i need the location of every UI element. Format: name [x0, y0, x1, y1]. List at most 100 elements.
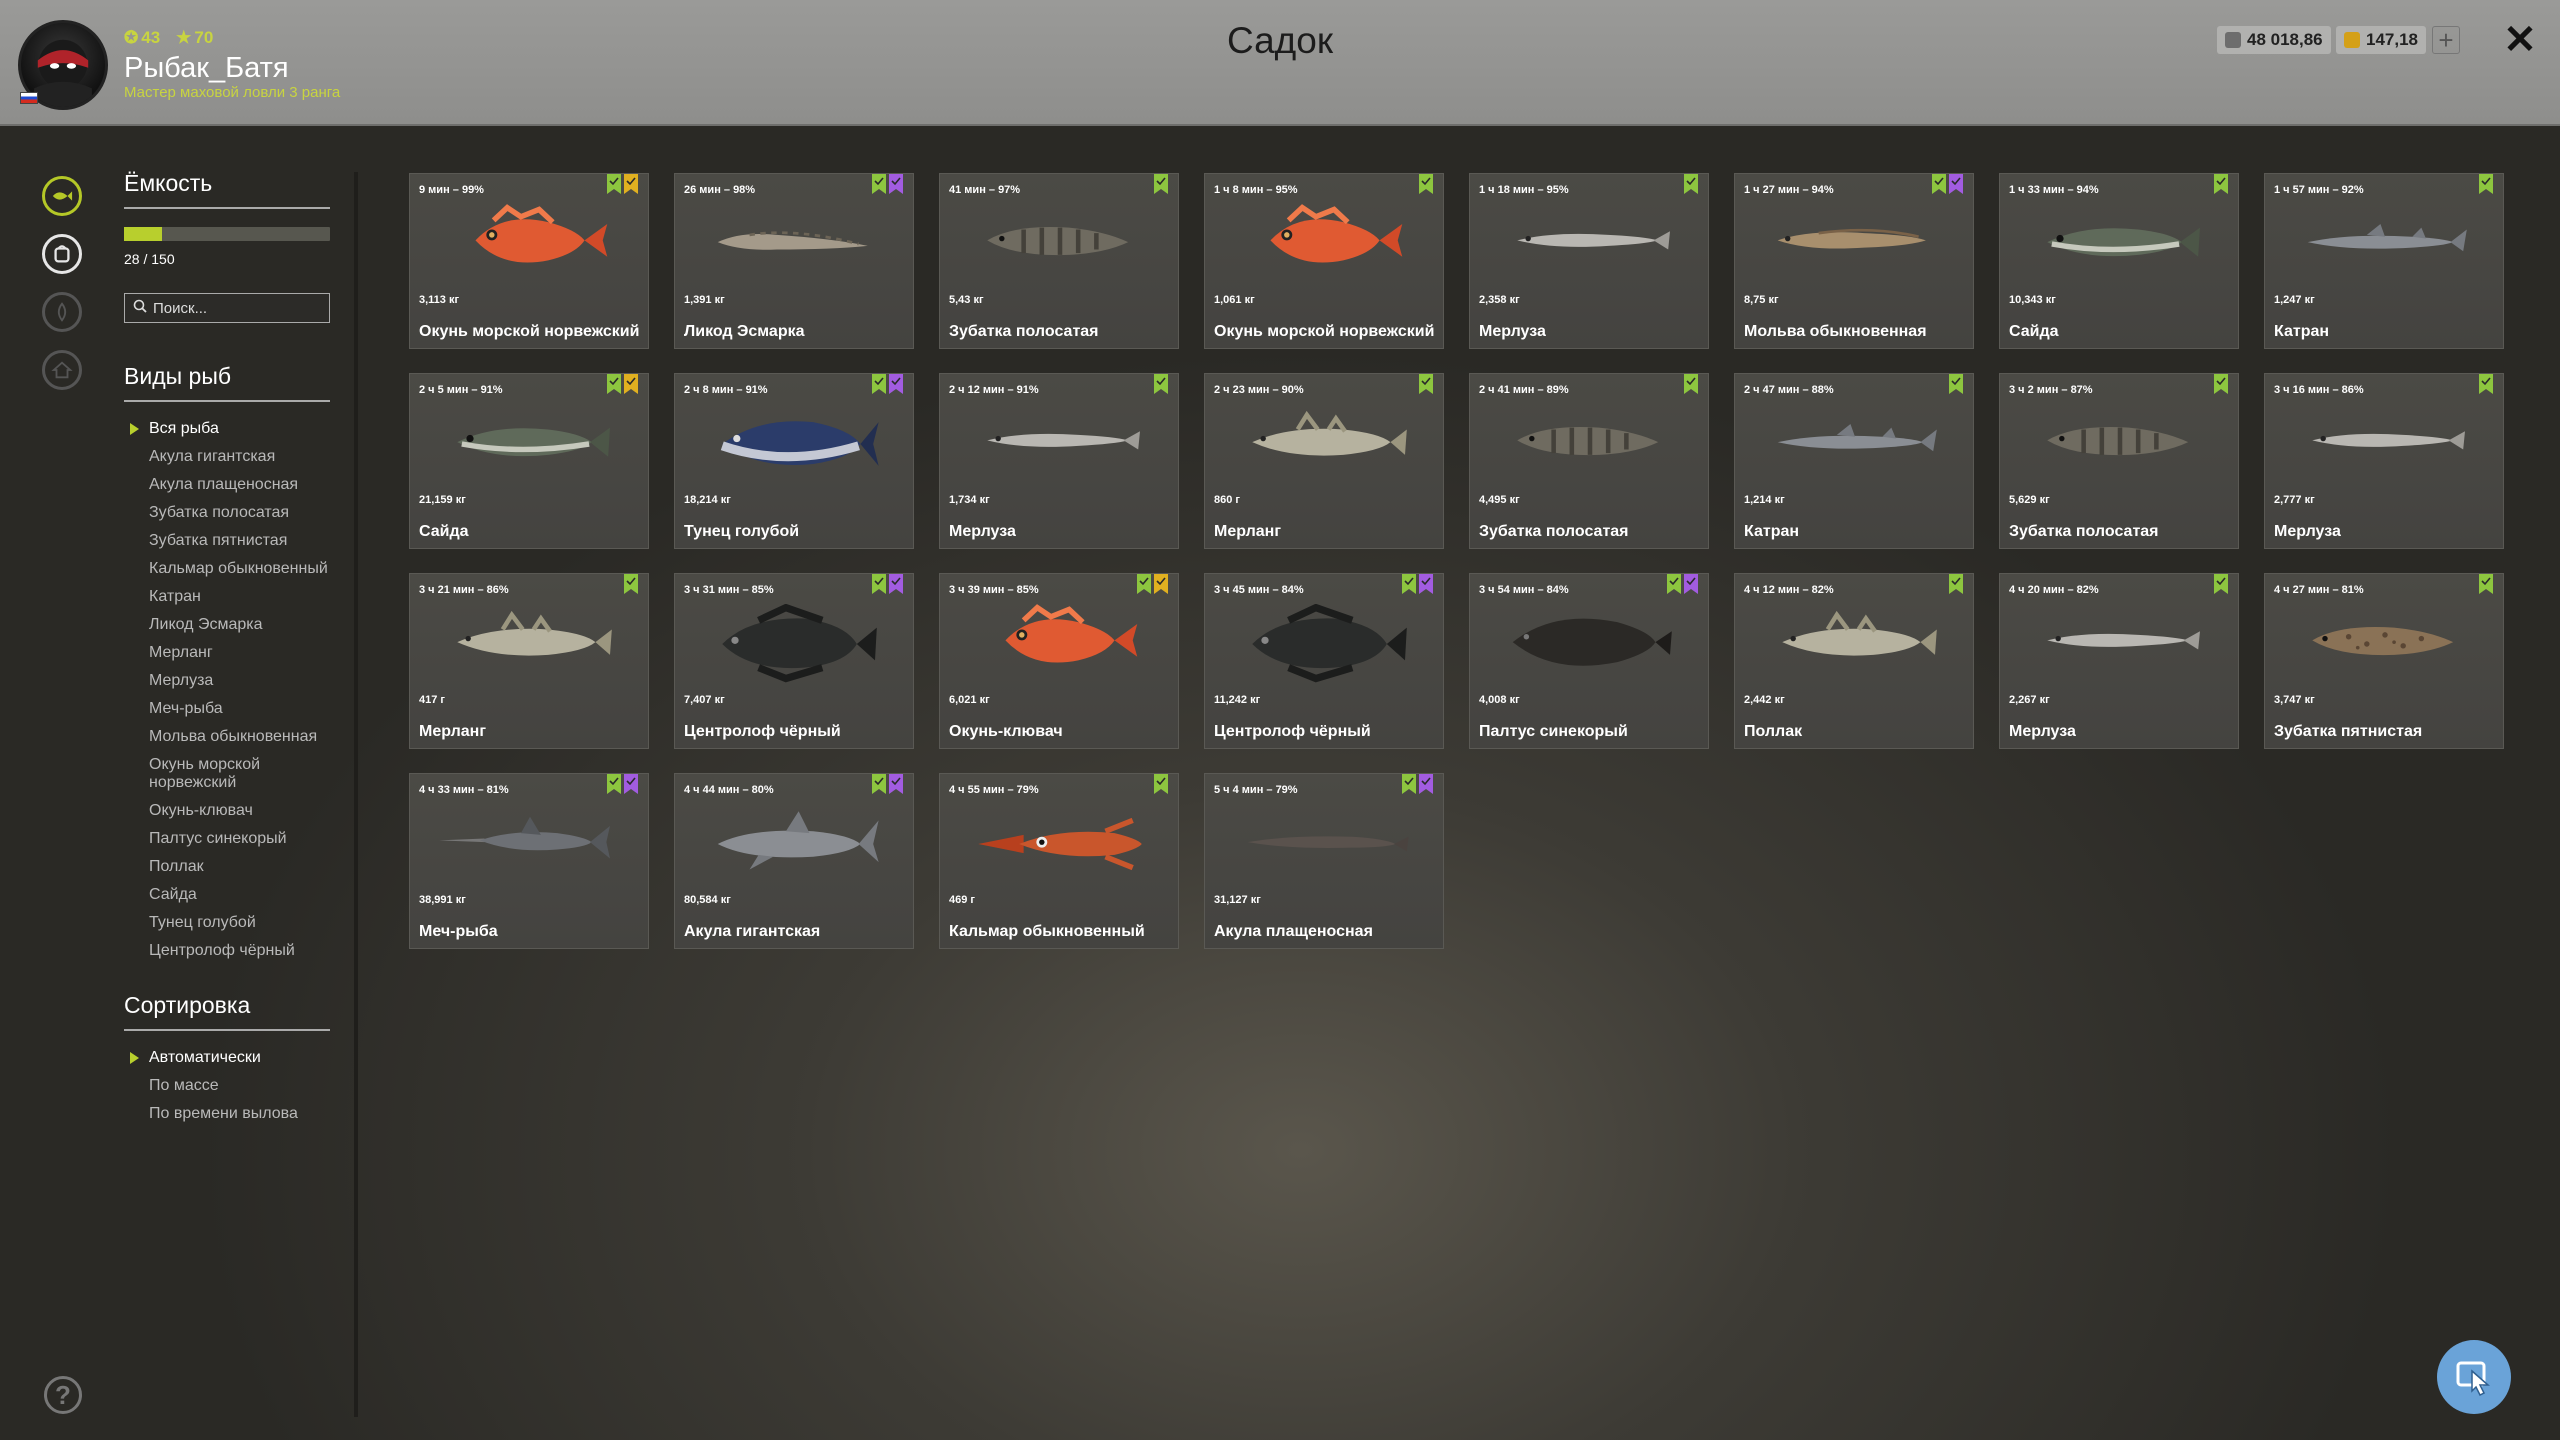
search-input[interactable] — [153, 299, 323, 317]
fish-weight: 2,777 кг — [2274, 494, 2315, 506]
species-filter-item[interactable]: Поллак — [124, 858, 330, 876]
fish-card[interactable]: 2 ч 12 мин – 91% 1,734 кг Мерлуза — [939, 373, 1179, 549]
search-box[interactable] — [124, 293, 330, 323]
fish-card[interactable]: 1 ч 8 мин – 95% 1,061 кг Окунь морской нор… — [1204, 173, 1444, 349]
fish-card[interactable]: 3 ч 54 мин – 84% 4,008 кг Палтус синекорый — [1469, 573, 1709, 749]
fish-card[interactable]: 1 ч 57 мин – 92% 1,247 кг Катран — [2264, 173, 2504, 349]
species-filter-item[interactable]: Катран — [124, 588, 330, 606]
fish-weight: 8,75 кг — [1744, 294, 1779, 306]
species-filter-item[interactable]: Зубатка пятнистая — [124, 532, 330, 550]
species-filter-item[interactable]: Окунь-клювач — [124, 802, 330, 820]
capacity-bar-fill — [124, 227, 163, 241]
catch-time-quality: 41 мин – 97% — [949, 184, 1021, 196]
fish-card[interactable]: 1 ч 33 мин – 94% 10,343 кг Сайда — [1999, 173, 2239, 349]
fish-card[interactable]: 26 мин – 98% 1,391 кг Ликод Эсмарка — [674, 173, 914, 349]
fish-card[interactable]: 2 ч 23 мин – 90% 860 г Мерланг — [1204, 373, 1444, 549]
catch-time-quality: 3 ч 16 мин – 86% — [2274, 384, 2364, 396]
fish-name: Мерлуза — [1479, 323, 1546, 340]
species-filter-item[interactable]: Мерланг — [124, 644, 330, 662]
home-tab[interactable] — [42, 350, 82, 390]
species-filter-item[interactable]: Тунец голубой — [124, 914, 330, 932]
green-bookmark-icon — [1949, 374, 1963, 394]
catch-time-quality: 9 мин – 99% — [419, 184, 484, 196]
fish-image — [1230, 603, 1420, 684]
species-filter-item[interactable]: Мольва обыкновенная — [124, 728, 330, 746]
sort-title: Сортировка — [124, 992, 330, 1031]
help-button[interactable]: ? — [44, 1376, 82, 1414]
catch-time-quality: 3 ч 39 мин – 85% — [949, 584, 1039, 596]
fish-card[interactable]: 1 ч 18 мин – 95% 2,358 кг Мерлуза — [1469, 173, 1709, 349]
fish-card[interactable]: 3 ч 16 мин – 86% 2,777 кг Мерлуза — [2264, 373, 2504, 549]
fish-name: Тунец голубой — [684, 523, 800, 540]
species-filter-item[interactable]: Ликод Эсмарка — [124, 616, 330, 634]
keepnet-fish-tab[interactable] — [42, 176, 82, 216]
fish-badges — [607, 774, 638, 794]
green-bookmark-icon — [872, 174, 886, 194]
fish-card[interactable]: 3 ч 2 мин – 87% 5,629 кг Зубатка полосатая — [1999, 373, 2239, 549]
catch-time-quality: 1 ч 33 мин – 94% — [2009, 184, 2099, 196]
fish-card[interactable]: 4 ч 55 мин – 79% 469 г Кальмар обыкновенны… — [939, 773, 1179, 949]
fish-badges — [2214, 374, 2228, 394]
fish-badges — [624, 574, 638, 594]
green-bookmark-icon — [872, 574, 886, 594]
add-gold-button[interactable]: + — [2432, 26, 2460, 54]
cursor-mode-button[interactable] — [2437, 1340, 2511, 1414]
species-filter-item[interactable]: Меч-рыба — [124, 700, 330, 718]
fish-card[interactable]: 4 ч 20 мин – 82% 2,267 кг Мерлуза — [1999, 573, 2239, 749]
fish-weight: 38,991 кг — [419, 894, 466, 906]
fish-badges — [1949, 574, 1963, 594]
green-bookmark-icon — [607, 774, 621, 794]
fish-weight: 5,629 кг — [2009, 494, 2050, 506]
fish-badges — [2479, 374, 2493, 394]
fish-card[interactable]: 5 ч 4 мин – 79% 31,127 кг Акула плащеносна… — [1204, 773, 1444, 949]
fish-card[interactable]: 9 мин – 99% 3,113 кг Окунь морской норвежс… — [409, 173, 649, 349]
fish-image — [965, 804, 1155, 884]
fish-card[interactable]: 3 ч 45 мин – 84% 11,242 кг Центролоф чёрны… — [1204, 573, 1444, 749]
fish-image — [965, 404, 1155, 484]
catch-time-quality: 1 ч 27 мин – 94% — [1744, 184, 1834, 196]
fish-weight: 11,242 кг — [1214, 694, 1261, 706]
fish-card[interactable]: 4 ч 44 мин – 80% 80,584 кг Акула гигантска… — [674, 773, 914, 949]
sort-option[interactable]: По массе — [124, 1077, 330, 1095]
keepnet-bag-tab[interactable] — [42, 234, 82, 274]
fish-card[interactable]: 2 ч 8 мин – 91% 18,214 кг Тунец голубой — [674, 373, 914, 549]
fish-card[interactable]: 4 ч 27 мин – 81% 3,747 кг Зубатка пятниста… — [2264, 573, 2504, 749]
green-bookmark-icon — [2214, 374, 2228, 394]
fish-card[interactable]: 4 ч 12 мин – 82% 2,442 кг Поллак — [1734, 573, 1974, 749]
fish-card[interactable]: 3 ч 21 мин – 86% 417 г Мерланг — [409, 573, 649, 749]
sort-list: Автоматически По массе По времени вылова — [124, 1049, 330, 1123]
fish-card[interactable]: 41 мин – 97% 5,43 кг Зубатка полосатая — [939, 173, 1179, 349]
species-filter-item[interactable]: Окунь морской норвежский — [124, 756, 330, 792]
species-filter-item[interactable]: Мерлуза — [124, 672, 330, 690]
species-filter-item[interactable]: Центролоф чёрный — [124, 942, 330, 960]
sort-option[interactable]: Автоматически — [124, 1049, 330, 1067]
fish-card[interactable]: 2 ч 47 мин – 88% 1,214 кг Катран — [1734, 373, 1974, 549]
country-flag-icon — [20, 92, 38, 104]
fish-card[interactable]: 3 ч 39 мин – 85% 6,021 кг Окунь-клювач — [939, 573, 1179, 749]
species-filter-item[interactable]: Сайда — [124, 886, 330, 904]
fish-name: Мерланг — [1214, 523, 1281, 540]
close-button[interactable]: ✕ — [2502, 20, 2538, 60]
species-filter-item[interactable]: Кальмар обыкновенный — [124, 560, 330, 578]
catch-time-quality: 4 ч 12 мин – 82% — [1744, 584, 1834, 596]
fish-card[interactable]: 4 ч 33 мин – 81% 38,991 кг Меч-рыба — [409, 773, 649, 949]
species-filter-item[interactable]: Акула плащеносная — [124, 476, 330, 494]
species-filter-item[interactable]: Акула гигантская — [124, 448, 330, 466]
fish-card[interactable]: 3 ч 31 мин – 85% 7,407 кг Центролоф чёрный — [674, 573, 914, 749]
fish-image — [1760, 204, 1950, 284]
green-bookmark-icon — [1667, 574, 1681, 594]
fish-card[interactable]: 2 ч 41 мин – 89% 4,495 кг Зубатка полосата… — [1469, 373, 1709, 549]
gold-bookmark-icon — [624, 374, 638, 394]
bait-tab[interactable] — [42, 292, 82, 332]
species-filter-item[interactable]: Вся рыба — [124, 420, 330, 438]
fish-name: Палтус синекорый — [1479, 723, 1628, 740]
species-filter-item[interactable]: Зубатка полосатая — [124, 504, 330, 522]
green-bookmark-icon — [2479, 574, 2493, 594]
fish-card[interactable]: 1 ч 27 мин – 94% 8,75 кг Мольва обыкновенн… — [1734, 173, 1974, 349]
fish-badges — [1402, 574, 1433, 594]
sort-option[interactable]: По времени вылова — [124, 1105, 330, 1123]
catch-time-quality: 4 ч 44 мин – 80% — [684, 784, 774, 796]
fish-card[interactable]: 2 ч 5 мин – 91% 21,159 кг Сайда — [409, 373, 649, 549]
fish-weight: 2,267 кг — [2009, 694, 2050, 706]
species-filter-item[interactable]: Палтус синекорый — [124, 830, 330, 848]
